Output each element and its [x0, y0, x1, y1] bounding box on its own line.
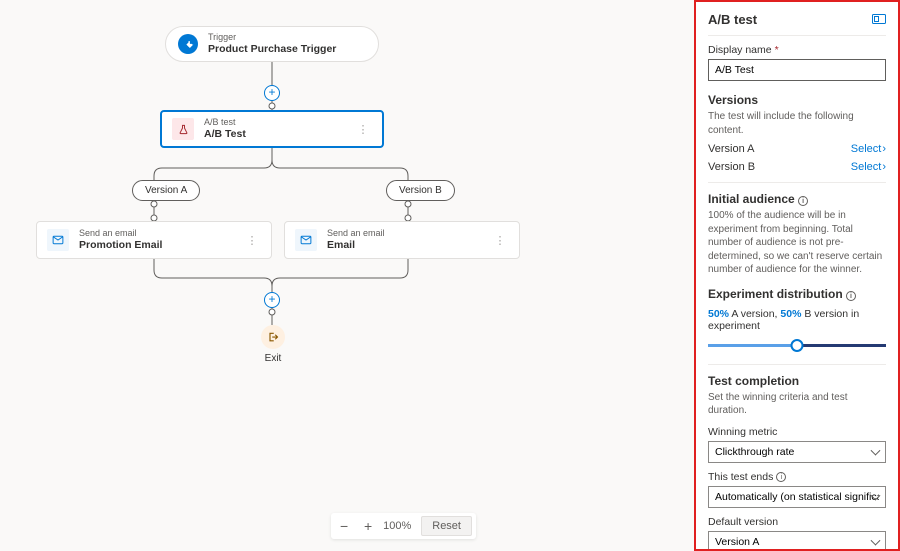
- completion-desc: Set the winning criteria and test durati…: [708, 391, 886, 418]
- add-step-button[interactable]: +: [264, 292, 280, 308]
- divider: [708, 364, 886, 365]
- divider: [708, 182, 886, 183]
- info-icon[interactable]: i: [846, 291, 856, 301]
- display-name-input[interactable]: [708, 59, 886, 81]
- initial-audience-desc: 100% of the audience will be in experime…: [708, 209, 886, 277]
- email-node-b[interactable]: Send an email Email ⋮: [284, 221, 520, 259]
- trigger-title: Product Purchase Trigger: [208, 43, 336, 56]
- ab-node-type: A/B test: [204, 117, 246, 128]
- properties-panel: A/B test Display name* Versions The test…: [694, 0, 900, 551]
- info-icon[interactable]: i: [798, 196, 808, 206]
- zoom-out-button[interactable]: −: [335, 518, 353, 534]
- display-name-label: Display name*: [708, 44, 886, 56]
- default-version-select[interactable]: Version A: [708, 531, 886, 551]
- ab-node-title: A/B Test: [204, 128, 246, 141]
- version-b-label: Version B: [708, 161, 755, 173]
- email-a-title: Promotion Email: [79, 239, 162, 252]
- trigger-type: Trigger: [208, 32, 336, 43]
- add-step-button[interactable]: +: [264, 85, 280, 101]
- ab-test-node[interactable]: A/B test A/B Test ⋮: [160, 110, 384, 148]
- winning-metric-select[interactable]: Clickthrough rate: [708, 441, 886, 463]
- test-ends-label: This test ends i: [708, 471, 886, 483]
- version-a-label: Version A: [708, 143, 754, 155]
- branch-b-pill[interactable]: Version B: [386, 180, 455, 201]
- zoom-toolbar: − + 100% Reset: [331, 513, 476, 539]
- distribution-text: 50% A version, 50% B version in experime…: [708, 308, 886, 332]
- versions-heading: Versions: [708, 93, 886, 107]
- email-b-title: Email: [327, 239, 385, 252]
- trigger-enter-icon: [178, 34, 198, 54]
- chevron-right-icon: ›: [882, 143, 886, 155]
- email-a-type: Send an email: [79, 228, 162, 239]
- distribution-heading: Experiment distribution i: [708, 287, 886, 301]
- zoom-in-button[interactable]: +: [359, 518, 377, 534]
- email-b-type: Send an email: [327, 228, 385, 239]
- ab-test-beaker-icon: [172, 118, 194, 140]
- branch-a-pill[interactable]: Version A: [132, 180, 200, 201]
- version-a-select-link[interactable]: Select›: [851, 143, 886, 155]
- node-more-icon[interactable]: ⋮: [491, 234, 509, 247]
- connector-lines: [0, 0, 694, 551]
- email-icon: [47, 229, 69, 251]
- default-version-label: Default version: [708, 516, 886, 528]
- slider-thumb[interactable]: [791, 339, 804, 352]
- email-icon: [295, 229, 317, 251]
- winning-metric-label: Winning metric: [708, 426, 886, 438]
- initial-audience-heading: Initial audience i: [708, 192, 886, 206]
- zoom-level: 100%: [383, 520, 411, 532]
- exit-icon: [261, 325, 285, 349]
- panel-card-icon[interactable]: [872, 13, 886, 27]
- panel-title: A/B test: [708, 12, 757, 27]
- distribution-slider[interactable]: [708, 337, 886, 355]
- trigger-node[interactable]: Trigger Product Purchase Trigger: [165, 26, 379, 62]
- exit-label: Exit: [261, 353, 285, 364]
- zoom-reset-button[interactable]: Reset: [421, 516, 472, 536]
- info-icon[interactable]: i: [776, 472, 786, 482]
- completion-heading: Test completion: [708, 374, 886, 388]
- test-ends-select[interactable]: Automatically (on statistical significan…: [708, 486, 886, 508]
- journey-canvas[interactable]: Trigger Product Purchase Trigger + A/B t…: [0, 0, 694, 551]
- version-b-select-link[interactable]: Select›: [851, 161, 886, 173]
- email-node-a[interactable]: Send an email Promotion Email ⋮: [36, 221, 272, 259]
- node-more-icon[interactable]: ⋮: [243, 234, 261, 247]
- node-more-icon[interactable]: ⋮: [354, 123, 372, 136]
- chevron-right-icon: ›: [882, 161, 886, 173]
- versions-desc: The test will include the following cont…: [708, 110, 886, 137]
